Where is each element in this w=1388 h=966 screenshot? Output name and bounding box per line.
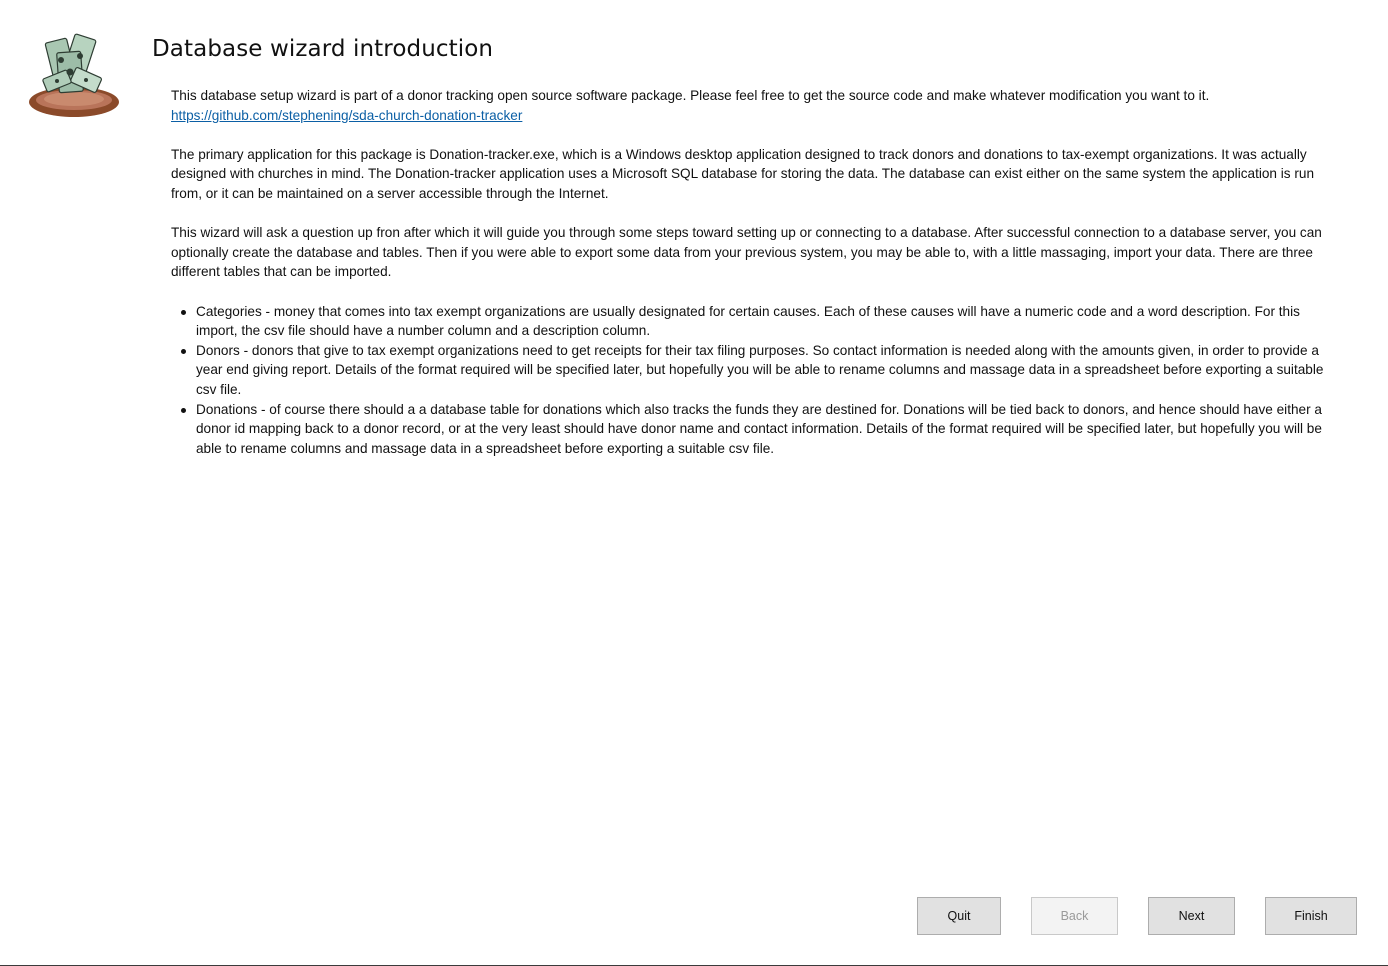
source-code-link[interactable]: https://github.com/stephening/sda-church… — [171, 108, 522, 123]
quit-button[interactable]: Quit — [917, 897, 1001, 935]
application-paragraph: The primary application for this package… — [171, 146, 1315, 201]
list-item-categories: Categories - money that comes into tax e… — [181, 302, 1337, 341]
intro-paragraph: This database setup wizard is part of a … — [171, 86, 1337, 125]
list-item-donors: Donors - donors that give to tax exempt … — [181, 341, 1337, 400]
import-tables-list: Categories - money that comes into tax e… — [171, 302, 1337, 459]
intro-content: This database setup wizard is part of a … — [171, 86, 1337, 458]
wizard-paragraph: This wizard will ask a question up fron … — [171, 225, 1322, 280]
money-offering-plate-icon — [29, 33, 119, 117]
intro-text: This database setup wizard is part of a … — [171, 88, 1210, 103]
back-button: Back — [1031, 897, 1118, 935]
list-item-donations: Donations - of course there should a a d… — [181, 400, 1337, 459]
wizard-window: Database wizard introduction This databa… — [0, 0, 1388, 966]
finish-button[interactable]: Finish — [1265, 897, 1357, 935]
page-title: Database wizard introduction — [152, 36, 494, 62]
next-button[interactable]: Next — [1148, 897, 1235, 935]
